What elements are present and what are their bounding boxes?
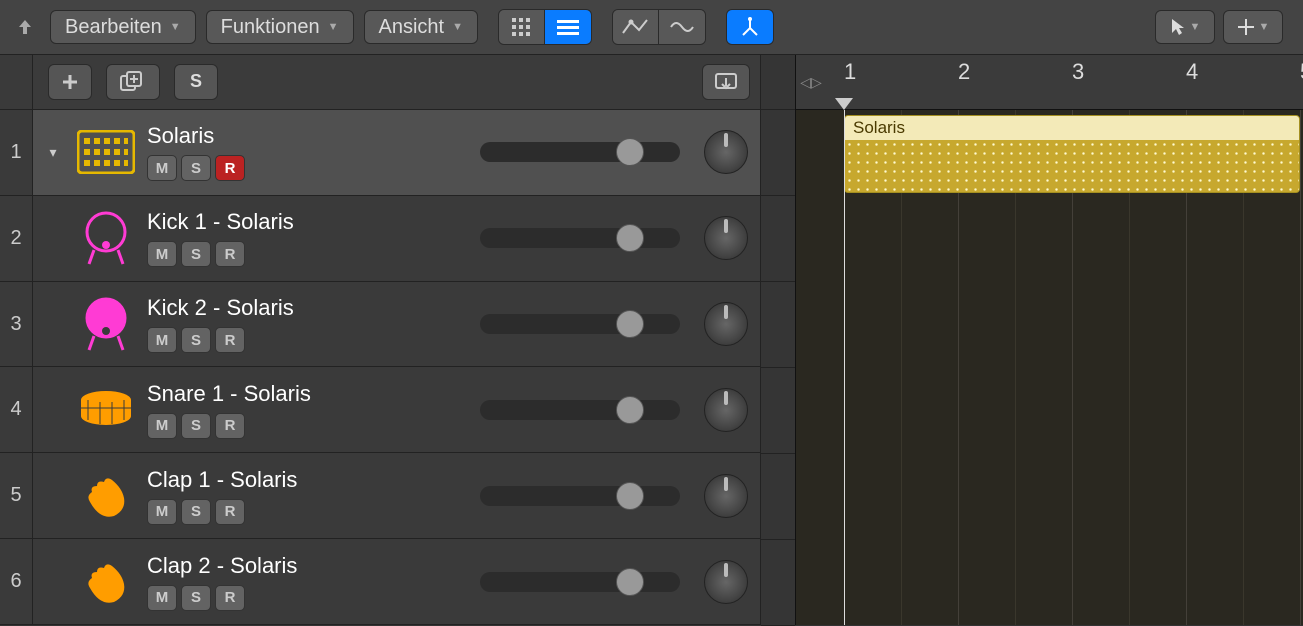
disclosure-triangle-icon[interactable]: ▾ (41, 144, 65, 161)
track-header-column: S ▾ Solaris M S R (33, 55, 761, 625)
record-enable-button[interactable]: R (215, 585, 245, 611)
volume-slider[interactable] (480, 314, 680, 334)
bar-label: 3 (1072, 55, 1084, 109)
record-enable-button[interactable]: R (215, 241, 245, 267)
menu-edit-label: Bearbeiten (65, 16, 162, 39)
track-name[interactable]: Snare 1 - Solaris (147, 381, 407, 407)
automation-button[interactable] (613, 10, 659, 44)
pan-knob[interactable] (704, 130, 748, 174)
snap-segment (726, 9, 774, 45)
pan-knob[interactable] (704, 216, 748, 260)
flex-button[interactable] (659, 10, 705, 44)
track-number[interactable]: 4 (0, 367, 32, 453)
track-header-parent[interactable]: ▾ Solaris M S R (33, 110, 760, 196)
track-number[interactable]: 6 (0, 539, 32, 625)
pan-knob[interactable] (704, 302, 748, 346)
track-name[interactable]: Kick 1 - Solaris (147, 209, 407, 235)
track-subtoolbar: S (33, 55, 760, 110)
snare-icon (75, 379, 137, 441)
chevron-down-icon: ▼ (328, 21, 339, 33)
back-up-icon[interactable] (10, 12, 40, 42)
clap-icon (75, 551, 137, 613)
menu-view-label: Ansicht (379, 16, 445, 39)
volume-slider[interactable] (480, 228, 680, 248)
region-name: Solaris (845, 116, 1299, 140)
region-content (845, 140, 1299, 193)
chevron-down-icon: ▼ (170, 21, 181, 33)
mute-button[interactable]: M (147, 241, 177, 267)
kick-icon (75, 207, 137, 269)
right-tools: ▼ ▼ (1155, 10, 1293, 44)
main-toolbar: Bearbeiten ▼ Funktionen ▼ Ansicht ▼ (0, 0, 1303, 55)
solo-button[interactable]: S (181, 327, 211, 353)
pan-knob[interactable] (704, 560, 748, 604)
clap-icon (75, 465, 137, 527)
chevron-down-icon: ▼ (1190, 21, 1201, 33)
track-header[interactable]: Clap 1 - Solaris M S R (33, 453, 760, 539)
pan-knob[interactable] (704, 388, 748, 432)
chevron-down-icon: ▼ (1259, 21, 1270, 33)
track-name[interactable]: Clap 1 - Solaris (147, 467, 407, 493)
arrange-area[interactable]: ◁▷ 1 2 3 4 5 Solaris (796, 55, 1303, 625)
volume-slider[interactable] (480, 142, 680, 162)
view-mode-segment (498, 9, 592, 45)
duplicate-track-button[interactable] (106, 64, 160, 100)
playhead[interactable] (844, 110, 845, 625)
solo-button[interactable]: S (181, 241, 211, 267)
catch-playhead-button[interactable] (702, 64, 750, 100)
menu-functions[interactable]: Funktionen ▼ (206, 10, 354, 44)
solo-button[interactable]: S (181, 499, 211, 525)
menu-view[interactable]: Ansicht ▼ (364, 10, 478, 44)
track-number[interactable]: 2 (0, 196, 32, 282)
snap-button[interactable] (727, 10, 773, 44)
pointer-tool[interactable]: ▼ (1155, 10, 1215, 44)
volume-slider[interactable] (480, 400, 680, 420)
volume-slider[interactable] (480, 572, 680, 592)
mute-button[interactable]: M (147, 327, 177, 353)
solo-button[interactable]: S (181, 155, 211, 181)
track-number[interactable]: 5 (0, 453, 32, 539)
automation-segment (612, 9, 706, 45)
track-header[interactable]: Kick 2 - Solaris M S R (33, 282, 760, 368)
record-enable-button[interactable]: R (215, 499, 245, 525)
track-name[interactable]: Clap 2 - Solaris (147, 553, 407, 579)
track-icon-pattern (75, 121, 137, 183)
record-enable-button[interactable]: R (215, 327, 245, 353)
mute-button[interactable]: M (147, 413, 177, 439)
mute-button[interactable]: M (147, 499, 177, 525)
track-name[interactable]: Kick 2 - Solaris (147, 295, 407, 321)
bar-label: 2 (958, 55, 970, 109)
list-view-button[interactable] (545, 10, 591, 44)
solo-button[interactable]: S (181, 413, 211, 439)
track-number-column: 1 2 3 4 5 6 (0, 55, 33, 625)
global-solo-button[interactable]: S (174, 64, 218, 100)
solo-button[interactable]: S (181, 585, 211, 611)
grid-view-button[interactable] (499, 10, 545, 44)
mute-button[interactable]: M (147, 585, 177, 611)
menu-functions-label: Funktionen (221, 16, 320, 39)
midi-region-solaris[interactable]: Solaris (844, 115, 1300, 193)
automation-strip (761, 55, 796, 625)
track-number[interactable]: 3 (0, 282, 32, 368)
add-track-button[interactable] (48, 64, 92, 100)
timeline-ruler[interactable]: ◁▷ 1 2 3 4 5 (796, 55, 1303, 110)
number-spacer (0, 55, 32, 110)
mute-button[interactable]: M (147, 155, 177, 181)
track-number[interactable]: 1 (0, 110, 32, 196)
track-name[interactable]: Solaris (147, 123, 407, 149)
pan-knob[interactable] (704, 474, 748, 518)
track-header[interactable]: Kick 1 - Solaris M S R (33, 196, 760, 282)
track-header[interactable]: Clap 2 - Solaris M S R (33, 539, 760, 625)
kick-icon (75, 293, 137, 355)
alt-tool[interactable]: ▼ (1223, 10, 1283, 44)
horizontal-scroll-icon[interactable]: ◁▷ (796, 55, 826, 109)
volume-slider[interactable] (480, 486, 680, 506)
main-split: 1 2 3 4 5 6 S ▾ (0, 55, 1303, 625)
bar-label: 4 (1186, 55, 1198, 109)
record-enable-button[interactable]: R (215, 155, 245, 181)
menu-edit[interactable]: Bearbeiten ▼ (50, 10, 196, 44)
chevron-down-icon: ▼ (452, 21, 463, 33)
record-enable-button[interactable]: R (215, 413, 245, 439)
track-header[interactable]: Snare 1 - Solaris M S R (33, 367, 760, 453)
